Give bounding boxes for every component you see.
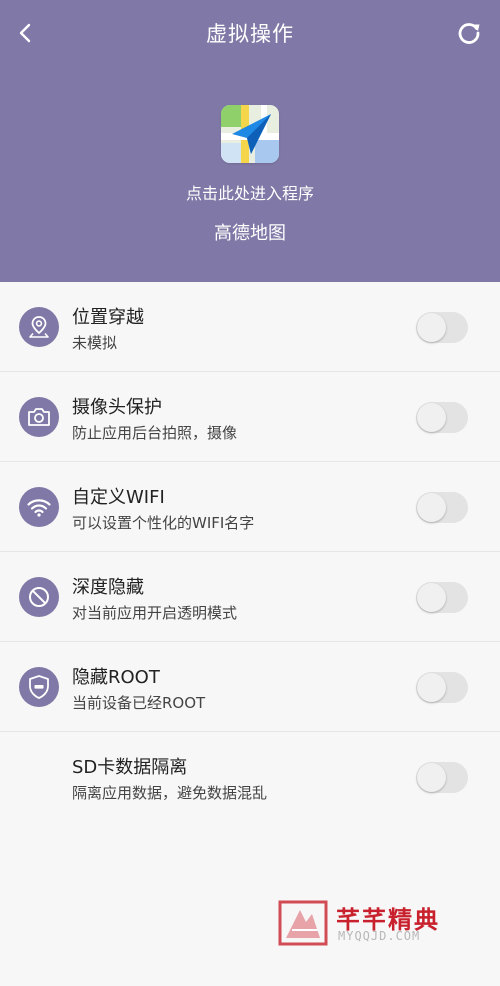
- watermark-logo-icon: [278, 900, 328, 946]
- camera-toggle[interactable]: [416, 402, 468, 433]
- item-title: 隐藏ROOT: [72, 667, 160, 688]
- toggle-knob: [417, 673, 446, 702]
- hide-icon: [29, 587, 49, 607]
- refresh-button[interactable]: [452, 16, 486, 50]
- top-bar: 虚拟操作: [0, 0, 500, 66]
- page-title: 虚拟操作: [206, 22, 294, 46]
- list-item-sd-isolation[interactable]: SD卡数据隔离 隔离应用数据，避免数据混乱: [0, 732, 500, 822]
- amap-logo-icon: [221, 105, 279, 163]
- list-item-location[interactable]: 位置穿越 未模拟: [0, 282, 500, 372]
- item-subtitle: 未模拟: [72, 334, 118, 352]
- item-subtitle: 可以设置个性化的WIFI名字: [72, 514, 255, 532]
- item-title: 摄像头保护: [72, 397, 162, 418]
- header: 虚拟操作 点击此处进入程序 高德地图: [0, 0, 500, 282]
- list-item-wifi[interactable]: 自定义WIFI 可以设置个性化的WIFI名字: [0, 462, 500, 552]
- toggle-knob: [417, 493, 446, 522]
- item-subtitle: 当前设备已经ROOT: [72, 694, 206, 712]
- item-title: 深度隐藏: [72, 577, 144, 598]
- item-subtitle: 对当前应用开启透明模式: [72, 604, 238, 622]
- icon-badge: [19, 307, 59, 347]
- item-subtitle: 防止应用后台拍照，摄像: [72, 424, 238, 442]
- feature-list: 位置穿越 未模拟 摄像头保护 防止应用后台拍照，摄像 自定义WIFI 可以设置个…: [0, 282, 500, 822]
- deep-hide-toggle[interactable]: [416, 582, 468, 613]
- item-title: 自定义WIFI: [72, 487, 165, 508]
- item-title: SD卡数据隔离: [72, 757, 188, 778]
- root-shield-icon: [29, 675, 49, 699]
- camera-icon: [28, 408, 50, 426]
- sd-isolation-toggle[interactable]: [416, 762, 468, 793]
- toggle-knob: [417, 763, 446, 792]
- wifi-icon: [27, 499, 51, 517]
- watermark: 芊芊精典 MYQQJD.COM: [278, 900, 468, 946]
- refresh-icon: [458, 23, 480, 44]
- location-pin-icon: [29, 316, 49, 338]
- watermark-subtitle: MYQQJD.COM: [338, 929, 421, 943]
- toggle-knob: [417, 403, 446, 432]
- list-item-hide-root[interactable]: 隐藏ROOT 当前设备已经ROOT: [0, 642, 500, 732]
- icon-badge: [19, 667, 59, 707]
- app-icon[interactable]: [221, 105, 279, 163]
- item-title: 位置穿越: [72, 307, 144, 328]
- icon-badge: [19, 397, 59, 437]
- toggle-knob: [417, 583, 446, 612]
- list-item-camera[interactable]: 摄像头保护 防止应用后台拍照，摄像: [0, 372, 500, 462]
- item-subtitle: 隔离应用数据，避免数据混乱: [72, 784, 268, 802]
- icon-badge: [19, 487, 59, 527]
- list-item-deep-hide[interactable]: 深度隐藏 对当前应用开启透明模式: [0, 552, 500, 642]
- toggle-knob: [417, 313, 446, 342]
- wifi-toggle[interactable]: [416, 492, 468, 523]
- hide-root-toggle[interactable]: [416, 672, 468, 703]
- location-toggle[interactable]: [416, 312, 468, 343]
- app-name: 高德地图: [214, 223, 286, 244]
- enter-program-link[interactable]: 点击此处进入程序: [0, 180, 500, 204]
- icon-badge: [19, 577, 59, 617]
